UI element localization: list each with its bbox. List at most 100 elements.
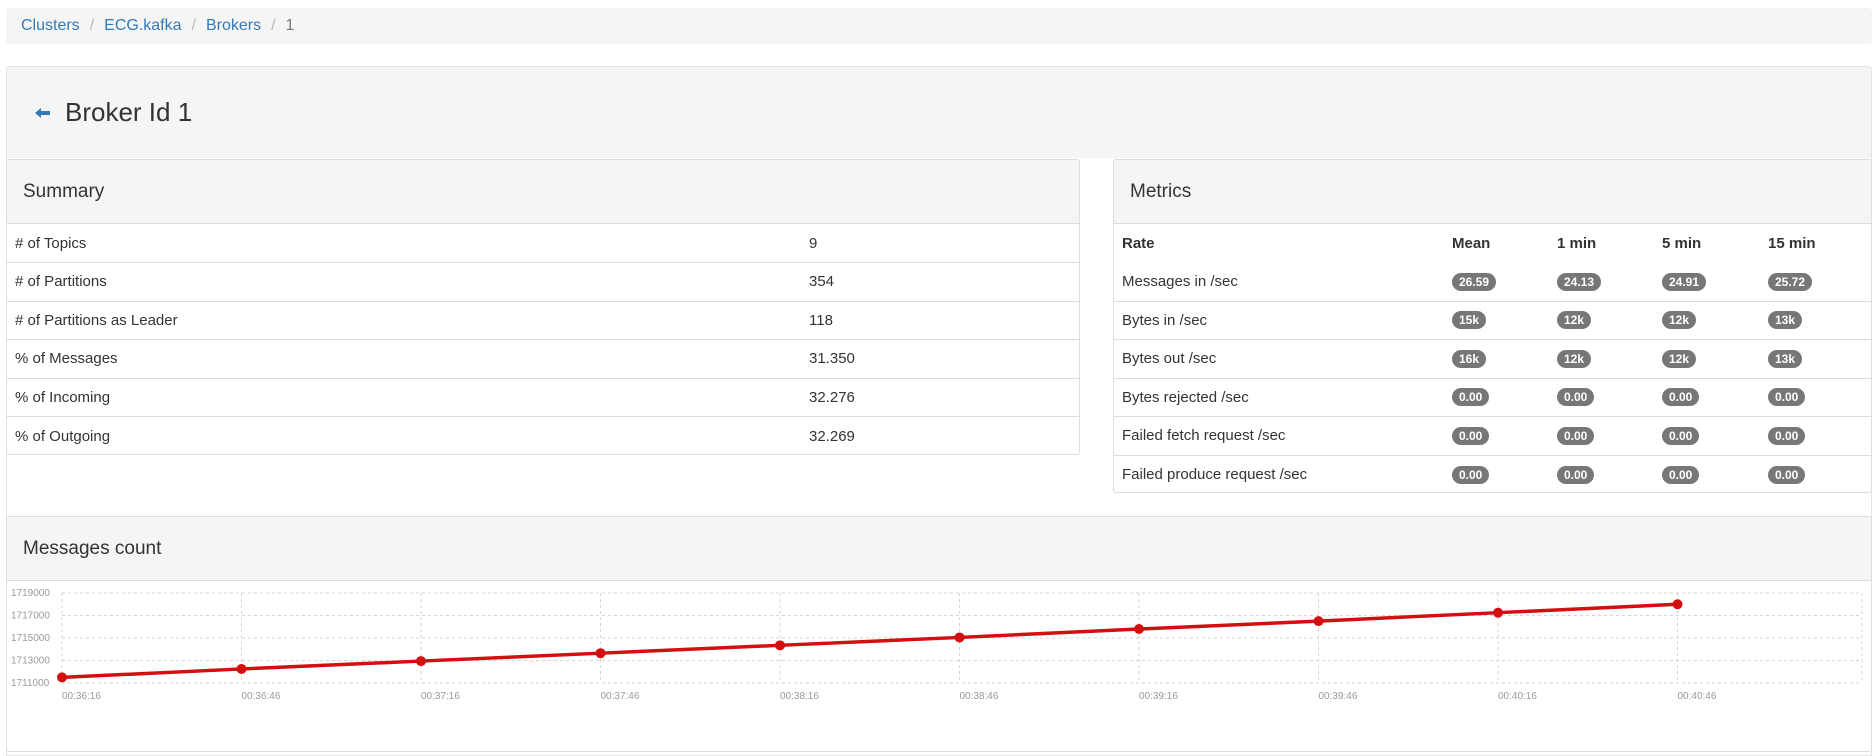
table-row: % of Outgoing 32.269	[7, 416, 1079, 455]
messages-chart-panel: Messages count 1711000 1713000 1715000 1717…	[6, 516, 1872, 752]
metric-label: Bytes rejected /sec	[1114, 377, 1444, 417]
metric-badge: 12k	[1557, 311, 1592, 330]
table-row: Failed fetch request /sec 0.00 0.00 0.00 0.0…	[1114, 416, 1871, 455]
summary-label: % of Incoming	[7, 377, 801, 417]
table-row: Bytes in /sec 15k 12k 12k 13k	[1114, 300, 1871, 340]
breadcrumb-separator: /	[271, 17, 276, 34]
metric-cell: 13k	[1760, 300, 1871, 340]
breadcrumb-cluster[interactable]: ECG.kafka	[104, 17, 181, 35]
summary-value: 32.276	[801, 377, 1079, 417]
metric-badge: 25.72	[1768, 272, 1813, 291]
table-row: # of Topics 9	[7, 224, 1079, 263]
messages-count-chart: 1711000 1713000 1715000 1717000 1719000 00:36…	[11, 588, 1863, 702]
y-tick-label: 1719000	[11, 588, 50, 599]
metric-cell: 0.00	[1654, 416, 1760, 455]
metric-cell: 0.00	[1654, 377, 1760, 417]
summary-label: # of Partitions as Leader	[7, 300, 801, 340]
metric-badge: 12k	[1662, 311, 1697, 330]
metric-label: Bytes out /sec	[1114, 339, 1444, 378]
summary-value: 31.350	[801, 339, 1079, 378]
summary-label: % of Outgoing	[7, 416, 801, 455]
data-point	[236, 663, 247, 674]
summary-label: # of Partitions	[7, 262, 801, 301]
back-arrow-icon[interactable]	[35, 107, 51, 119]
data-point	[1313, 616, 1324, 627]
x-tick-label: 00:40:16	[1498, 691, 1537, 702]
x-tick-label: 00:36:16	[62, 691, 101, 702]
metric-badge: 0.00	[1768, 465, 1806, 484]
y-tick-label: 1717000	[11, 611, 50, 622]
breadcrumb: Clusters / ECG.kafka / Brokers / 1	[6, 8, 1872, 44]
metric-label: Failed produce request /sec	[1114, 454, 1444, 494]
metric-badge: 13k	[1768, 349, 1803, 368]
x-tick-label: 00:37:16	[421, 691, 460, 702]
page-header: Broker Id 1	[6, 66, 1872, 158]
metric-cell: 15k	[1444, 300, 1549, 340]
metric-cell: 0.00	[1444, 377, 1549, 417]
metric-badge: 24.91	[1662, 272, 1707, 291]
summary-value: 118	[801, 300, 1079, 340]
table-row: # of Partitions as Leader 118	[7, 300, 1079, 340]
metric-badge: 0.00	[1452, 465, 1490, 484]
metric-cell: 24.91	[1654, 263, 1760, 302]
summary-panel: Summary # of Topics 9 # of Partitions 354 …	[6, 159, 1080, 455]
summary-heading: Summary	[7, 160, 1079, 224]
metrics-panel: Metrics Rate Mean 1 min 5 min 15 min Mes…	[1113, 159, 1872, 494]
metric-cell: 0.00	[1549, 416, 1654, 455]
metric-badge: 0.00	[1768, 388, 1806, 407]
metrics-heading: Metrics	[1114, 160, 1871, 224]
metric-badge: 0.00	[1452, 426, 1490, 445]
y-tick-label: 1713000	[11, 656, 50, 667]
data-point	[954, 632, 965, 643]
metric-cell: 13k	[1760, 339, 1871, 378]
table-row: Failed produce request /sec 0.00 0.00 0.00 0…	[1114, 454, 1871, 494]
table-row: # of Partitions 354	[7, 262, 1079, 301]
metric-badge: 0.00	[1557, 426, 1595, 445]
metric-cell: 0.00	[1549, 377, 1654, 417]
x-tick-label: 00:39:46	[1319, 691, 1358, 702]
x-tick-label: 00:38:46	[960, 691, 999, 702]
metric-cell: 12k	[1654, 339, 1760, 378]
metric-badge: 12k	[1662, 349, 1697, 368]
data-point	[1134, 624, 1144, 634]
summary-value: 9	[809, 234, 818, 252]
metric-badge: 24.13	[1557, 272, 1602, 291]
metric-label: Messages in /sec	[1122, 273, 1238, 290]
metric-cell: 24.13	[1549, 263, 1654, 302]
header-5min: 5 min	[1662, 234, 1702, 252]
metric-badge: 0.00	[1768, 426, 1806, 445]
data-point	[775, 640, 785, 651]
data-point	[1672, 599, 1683, 610]
metric-badge: 26.59	[1452, 272, 1497, 291]
header-rate: Rate	[1122, 234, 1155, 252]
metric-cell: 0.00	[1760, 377, 1871, 417]
table-row: Bytes rejected /sec 0.00 0.00 0.00 0.00	[1114, 377, 1871, 417]
metric-badge: 15k	[1452, 311, 1487, 330]
metric-cell: 0.00	[1444, 454, 1549, 494]
breadcrumb-current: 1	[285, 17, 295, 34]
breadcrumb-clusters[interactable]: Clusters	[21, 17, 80, 35]
table-row: % of Messages 31.350	[7, 339, 1079, 378]
metric-cell: 0.00	[1549, 454, 1654, 494]
table-row: Messages in /sec 26.59 24.13 24.91 25.72	[1114, 263, 1871, 302]
breadcrumb-brokers[interactable]: Brokers	[206, 17, 261, 35]
metric-badge: 0.00	[1557, 465, 1595, 484]
x-tick-label: 00:38:16	[780, 691, 819, 702]
metric-badge: 13k	[1768, 311, 1803, 330]
metric-badge: 0.00	[1452, 388, 1490, 407]
x-tick-label: 00:39:16	[1139, 691, 1178, 702]
table-header-row: Rate Mean 1 min 5 min 15 min	[1114, 224, 1871, 263]
metric-badge: 0.00	[1662, 465, 1700, 484]
metric-cell: 26.59	[1444, 263, 1549, 302]
page-title: Broker Id 1	[65, 97, 193, 127]
metric-cell: 0.00	[1760, 454, 1871, 494]
x-tick-label: 00:36:46	[242, 691, 281, 702]
metric-cell: 0.00	[1760, 416, 1871, 455]
metric-cell: 0.00	[1444, 416, 1549, 455]
metric-cell: 12k	[1654, 300, 1760, 340]
metric-cell: 12k	[1549, 300, 1654, 340]
metric-badge: 0.00	[1662, 388, 1700, 407]
data-point	[1493, 607, 1503, 618]
data-point	[595, 648, 606, 659]
header-1min: 1 min	[1557, 234, 1597, 252]
